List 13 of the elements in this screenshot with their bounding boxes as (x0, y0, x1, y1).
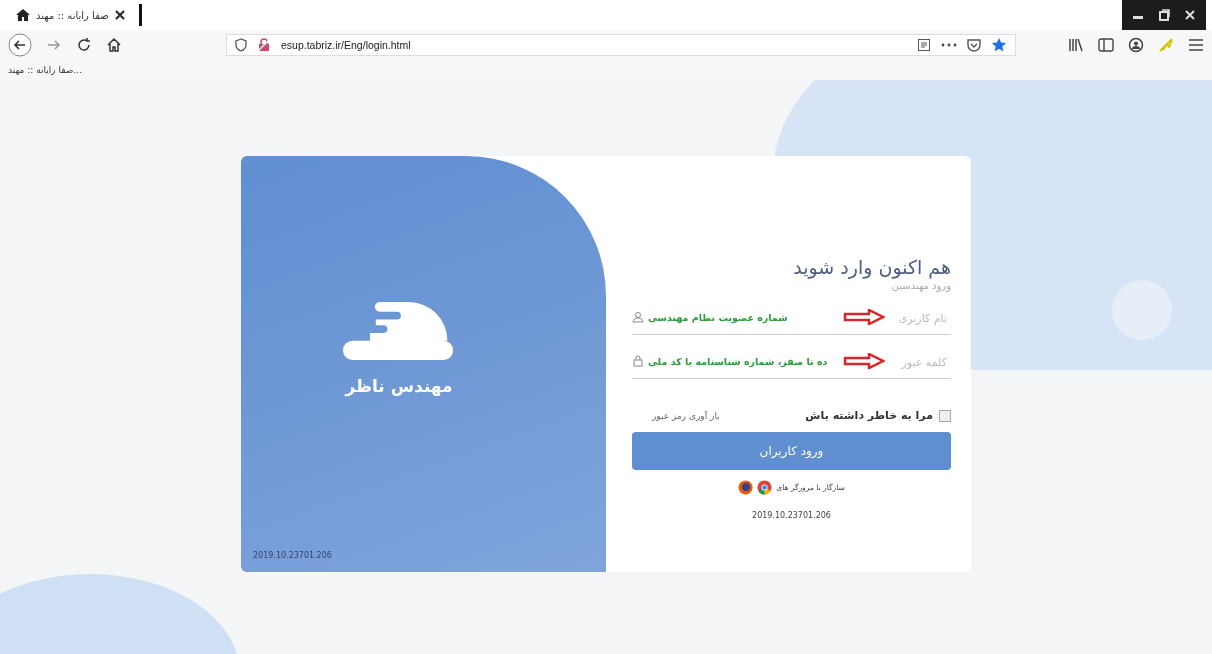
browser-tab[interactable]: صفا رایانه :: مهند (10, 3, 131, 27)
version-text: 2019.10.23701.206 (752, 511, 831, 520)
login-subtitle: ورود مهندسین (890, 280, 951, 291)
forgot-password-link[interactable]: باز آوری رمز عبور (652, 410, 720, 421)
brand-name: مهندس ناظر (345, 376, 453, 396)
annotation-text: ده تا صفر، شماره شناسنامه یا کد ملی (648, 355, 828, 367)
remember-label: مرا به خاطر داشته باش (805, 409, 933, 422)
address-bar[interactable]: esup.tabriz.ir/Eng/login.html (226, 34, 1016, 56)
annotation-text: شماره عضویت نظام مهندسی (648, 311, 788, 323)
url-text: esup.tabriz.ir/Eng/login.html (281, 39, 411, 51)
version-text: 2019.10.23701.206 (253, 551, 332, 560)
login-title: هم اکنون وارد شوید (792, 256, 951, 278)
bookmark-link[interactable]: صفا رایانه :: مهند... (8, 65, 82, 75)
